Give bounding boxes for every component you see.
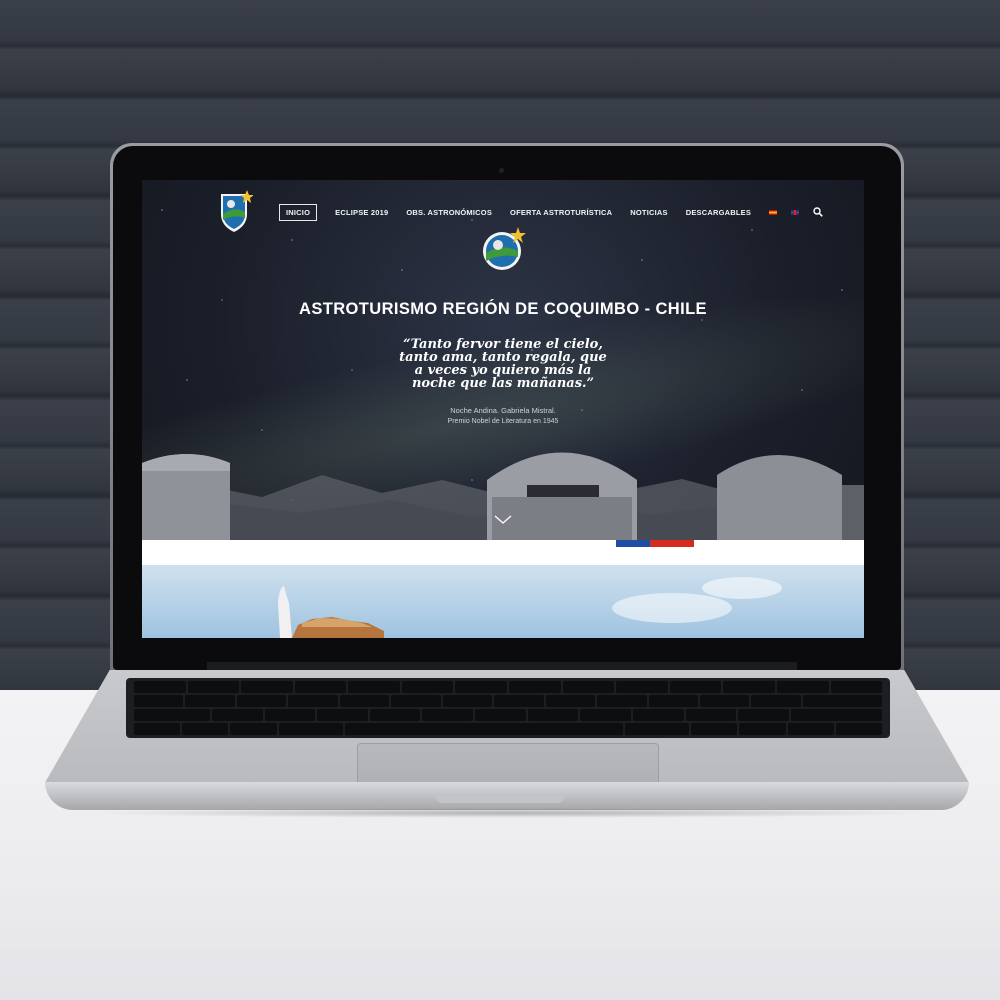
webcam-icon <box>499 168 504 173</box>
nav-item-obs-astronomicos[interactable]: OBS. ASTRONÓMICOS <box>406 208 492 217</box>
main-nav: INICIO ECLIPSE 2019 OBS. ASTRONÓMICOS OF… <box>279 203 823 221</box>
nav-item-oferta-astroturistica[interactable]: OFERTA ASTROTURÍSTICA <box>510 208 612 217</box>
next-section-image <box>142 565 864 638</box>
site-logo-icon[interactable] <box>217 188 253 234</box>
quote-author: Noche Andina. Gabriela Mistral. <box>450 406 556 415</box>
cloud <box>612 593 732 623</box>
key-row <box>134 723 883 735</box>
cloud <box>702 577 782 599</box>
hero-logo-icon <box>483 227 526 270</box>
hero-title: ASTROTURISMO REGIÓN DE COQUIMBO - CHILE <box>299 300 707 318</box>
chile-flag-red-bar <box>650 540 694 547</box>
nav-item-inicio[interactable]: INICIO <box>279 203 318 221</box>
key-row <box>134 709 882 721</box>
key-row <box>134 681 883 693</box>
key-row <box>134 695 883 707</box>
laptop-shadow <box>80 808 940 818</box>
rock-formation <box>278 586 384 638</box>
lid-opening-notch <box>435 795 565 803</box>
observatory-landscape <box>142 452 864 540</box>
hero-quote: “Tanto fervor tiene el cielo, tanto ama,… <box>372 338 634 390</box>
chevron-down-icon[interactable] <box>494 515 512 525</box>
quote-line: noche que las mañanas.” <box>411 376 595 391</box>
keyboard <box>126 678 890 738</box>
uk-flag-icon[interactable] <box>791 209 800 215</box>
nav-item-descargables[interactable]: DESCARGABLES <box>686 208 751 217</box>
es-flag-icon[interactable] <box>769 209 778 215</box>
white-divider-band <box>142 540 864 565</box>
quote-prize: Premio Nobel de Literatura en 1945 <box>447 418 559 425</box>
nav-item-eclipse-2019[interactable]: ECLIPSE 2019 <box>335 208 388 217</box>
search-icon[interactable] <box>813 207 823 217</box>
chile-flag-blue-bar <box>616 540 650 547</box>
website-screen: INICIO ECLIPSE 2019 OBS. ASTRONÓMICOS OF… <box>142 180 864 638</box>
nav-item-noticias[interactable]: NOTICIAS <box>630 208 667 217</box>
